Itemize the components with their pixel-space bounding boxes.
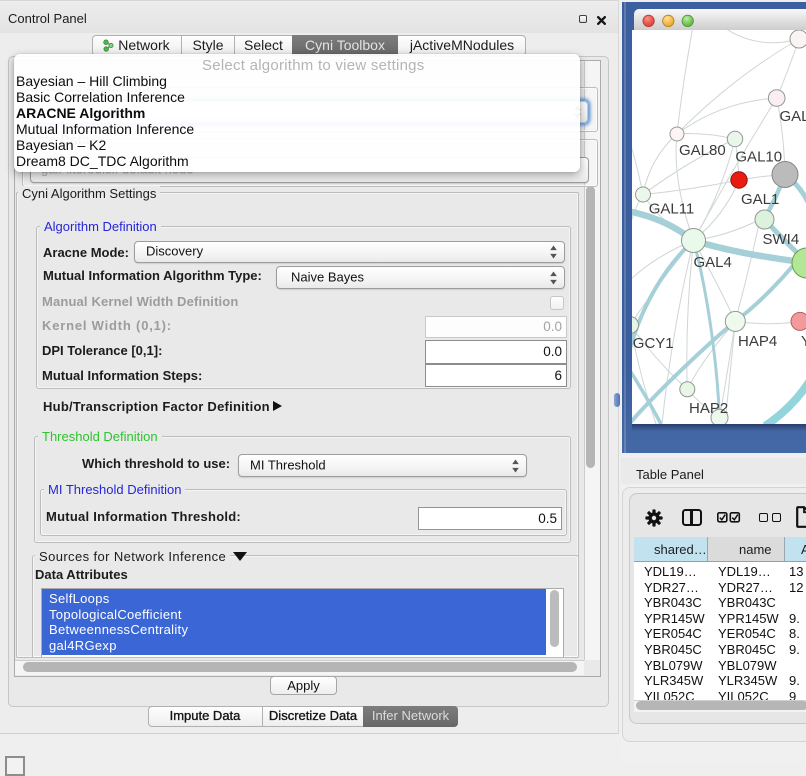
svg-text:GAL2: GAL2 xyxy=(780,108,806,125)
svg-text:GAL11: GAL11 xyxy=(649,201,695,218)
svg-text:HAP4: HAP4 xyxy=(738,333,777,350)
svg-text:GAL80: GAL80 xyxy=(679,142,726,159)
svg-text:SWI4: SWI4 xyxy=(763,231,800,248)
svg-text:GAL4: GAL4 xyxy=(694,254,732,271)
svg-text:GCY1: GCY1 xyxy=(633,335,674,352)
svg-text:GAL10: GAL10 xyxy=(735,149,782,166)
svg-text:HAP2: HAP2 xyxy=(689,400,728,417)
svg-text:GAL1: GAL1 xyxy=(741,191,779,208)
svg-text:YM: YM xyxy=(801,333,806,350)
